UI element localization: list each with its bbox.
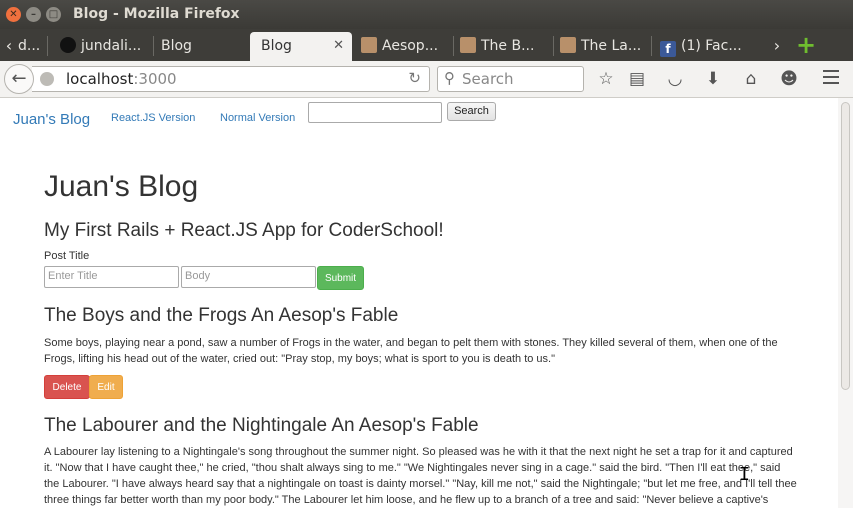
url-text: localhost:3000 (66, 70, 177, 88)
brand-link[interactable]: Juan's Blog (13, 111, 90, 128)
body-input[interactable]: Body (181, 266, 316, 288)
reading-list-icon[interactable]: ▤ (626, 68, 648, 90)
tab-aesop[interactable]: Aesop... (357, 32, 454, 61)
tab-label: Aesop... (382, 38, 439, 54)
home-icon[interactable]: ⌂ (740, 68, 762, 90)
back-button[interactable]: ← (4, 64, 34, 94)
tab-the-labourer[interactable]: The La... (554, 32, 652, 61)
react-version-link[interactable]: React.JS Version (111, 112, 195, 124)
url-bar[interactable]: localhost:3000 ↻ (32, 66, 430, 92)
text-cursor-icon: I (739, 464, 750, 485)
new-tab-plus-icon[interactable]: + (795, 33, 817, 57)
tab-1[interactable]: d... (18, 32, 48, 61)
downloads-icon[interactable]: ⬇ (702, 68, 724, 90)
tab-label: Blog (261, 38, 292, 54)
search-icon: ⚲ (444, 69, 455, 87)
aesop-favicon-icon (460, 37, 476, 53)
site-search-input[interactable] (308, 102, 442, 123)
browser-search-input[interactable]: ⚲ Search (437, 66, 584, 92)
aesop-favicon-icon (560, 37, 576, 53)
tab-facebook[interactable]: f (1) Fac... (654, 32, 764, 61)
github-icon (60, 37, 76, 53)
submit-button[interactable]: Submit (317, 266, 364, 290)
tab-scroll-right-icon[interactable]: › (768, 32, 786, 61)
window-maximize-button[interactable]: □ (46, 7, 61, 22)
scrollbar-thumb[interactable] (841, 102, 850, 390)
tab-close-icon[interactable]: ✕ (333, 32, 344, 60)
tab-label: (1) Fac... (681, 38, 742, 54)
window-title: Blog - Mozilla Firefox (73, 6, 240, 22)
facebook-icon: f (660, 41, 676, 57)
globe-icon (40, 72, 54, 86)
tab-label: d... (18, 38, 41, 54)
tab-label: The La... (581, 38, 642, 54)
page-scrollbar[interactable] (838, 98, 853, 508)
post-title: The Boys and the Frogs An Aesop's Fable (44, 305, 399, 326)
post-title-label: Post Title (44, 250, 90, 262)
post-body: Some boys, playing near a pond, saw a nu… (44, 337, 778, 365)
tab-label: The B... (481, 38, 535, 54)
tab-label: Blog (161, 38, 192, 54)
bookmark-star-icon[interactable]: ☆ (595, 68, 617, 90)
tab-blog-active[interactable]: Blog ✕ (250, 32, 352, 61)
search-placeholder: Search (462, 70, 514, 88)
pocket-icon[interactable]: ◡ (664, 68, 686, 90)
tab-the-boys[interactable]: The B... (454, 32, 554, 61)
hello-icon[interactable]: ☻ (778, 68, 800, 90)
tab-scroll-left-icon[interactable]: ‹ (0, 32, 18, 61)
navigation-toolbar: localhost:3000 ↻ ← ⚲ Search ☆ ▤ ◡ ⬇ ⌂ ☻ (0, 61, 853, 98)
edit-button[interactable]: Edit (89, 375, 123, 399)
window-close-button[interactable]: ✕ (6, 7, 21, 22)
tab-label: jundali... (81, 38, 142, 54)
post-body: A Labourer lay listening to a Nightingal… (44, 446, 797, 506)
reload-icon[interactable]: ↻ (408, 69, 421, 87)
normal-version-link[interactable]: Normal Version (220, 112, 295, 124)
tab-list-icon[interactable] (828, 37, 844, 51)
tab-strip: ‹ d... jundali... Blog Blog ✕ Aesop... T… (0, 29, 853, 61)
menu-hamburger-icon[interactable] (823, 70, 839, 84)
delete-button[interactable]: Delete (44, 375, 90, 399)
site-search-button[interactable]: Search (447, 102, 496, 121)
page-content: Juan's Blog React.JS Version Normal Vers… (0, 98, 838, 508)
window-minimize-button[interactable]: – (26, 7, 41, 22)
page-subtitle: My First Rails + React.JS App for CoderS… (44, 220, 444, 241)
window-titlebar: ✕ – □ Blog - Mozilla Firefox (0, 0, 853, 29)
title-input[interactable]: Enter Title (44, 266, 179, 288)
post-title: The Labourer and the Nightingale An Aeso… (44, 415, 479, 436)
tab-github[interactable]: jundali... (54, 32, 154, 61)
aesop-favicon-icon (361, 37, 377, 53)
page-title: Juan's Blog (44, 170, 199, 203)
tab-blog-1[interactable]: Blog (154, 32, 250, 61)
